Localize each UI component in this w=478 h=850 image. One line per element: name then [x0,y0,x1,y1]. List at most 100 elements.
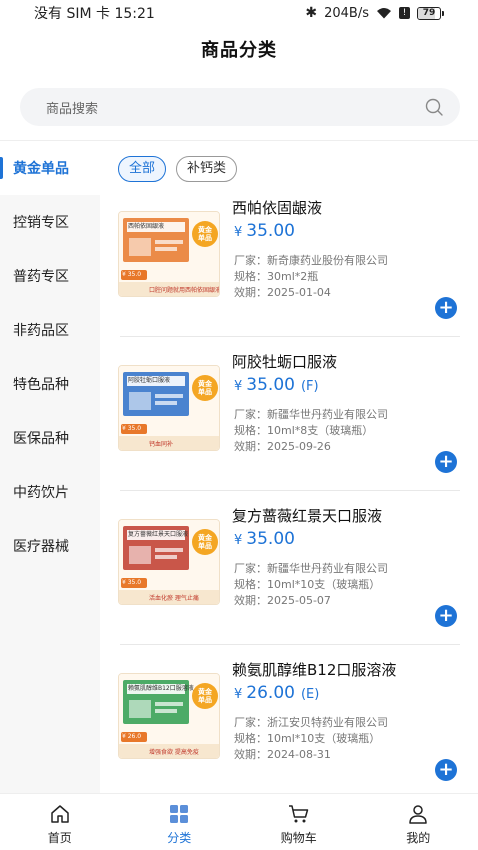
add-to-cart-button[interactable]: + [435,297,457,319]
sidebar-item[interactable]: 控销专区 [0,195,100,249]
thumb-title: 西帕依固龈液 [128,223,165,230]
nav-item[interactable]: 购物车 [239,794,359,850]
price-tag: (E) [300,687,320,702]
product-name[interactable]: 西帕依固龈液 [232,197,322,218]
filter-chips: 全部 补钙类 [118,156,238,182]
product-price: ¥26.00 (E) [234,683,319,703]
sidebar-item-label: 非药品区 [13,323,69,339]
product-divider [120,490,460,491]
nav-label: 我的 [406,831,431,845]
currency-symbol: ¥ [234,225,243,240]
thumb-title: 阿胶牡蛎口服液 [128,377,171,384]
product-expiry: 效期：2025-05-07 [234,594,331,607]
add-to-cart-button[interactable]: + [435,605,457,627]
sidebar-item[interactable]: 特色品种 [0,357,100,411]
product-expiry: 效期：2024-08-31 [234,748,331,761]
price-tag: (F) [300,379,319,394]
price-value: 35.00 [246,221,295,241]
cart-icon [288,805,308,823]
battery-level: 79 [422,7,436,18]
product-price: ¥35.00 [234,529,301,549]
product-price: ¥35.00 [234,221,301,241]
thumb-price: ¥ 35.0 [122,579,142,586]
carrier-time: 没有 SIM 卡 15:21 [34,6,155,22]
sidebar-item[interactable]: 医疗器械 [0,519,100,573]
product-name[interactable]: 复方蔷薇红景天口服液 [232,505,382,526]
thumb-price: ¥ 35.0 [122,271,142,278]
product-spec: 规格：30ml*2瓶 [234,270,319,283]
thumb-badge: 黄金单品 [198,534,212,550]
product-card[interactable]: 阿胶牡蛎口服液 黄金单品 ¥ 35.0 钙血同补 阿胶牡蛎口服液 ¥35.00 (… [100,351,478,505]
page-title: 商品分类 [201,40,277,61]
home-icon [51,805,69,823]
product-maker: 厂家：新奇康药业股份有限公司 [234,254,388,267]
product-image[interactable]: 赖氨肌醇维B12口服溶液 黄金单品 ¥ 26.0 增强食欲 提高免疫 [118,673,220,759]
product-image[interactable]: 阿胶牡蛎口服液 黄金单品 ¥ 35.0 钙血同补 [118,365,220,451]
currency-symbol: ¥ [234,687,243,702]
thumb-badge: 黄金单品 [198,226,212,242]
product-card[interactable]: 西帕依固龈液 黄金单品 ¥ 35.0 口腔问题就用西帕依固龈液 西帕依固龈液 ¥… [100,197,478,351]
thumb-title: 复方蔷薇红景天口服液 [128,531,189,538]
nav-label: 首页 [47,831,72,845]
product-card[interactable]: 复方蔷薇红景天口服液 黄金单品 ¥ 35.0 活血化瘀 理气止痛 复方蔷薇红景天… [100,505,478,659]
price-value: 35.00 [246,375,295,395]
sidebar-item-label: 控销专区 [13,215,69,231]
bluetooth-icon: ✱ [305,5,318,21]
product-expiry: 效期：2025-09-26 [234,440,331,453]
wifi-icon [376,7,392,19]
thumb-price: ¥ 26.0 [122,733,142,740]
thumb-title: 赖氨肌醇维B12口服溶液 [128,685,194,692]
product-maker: 厂家：新疆华世丹药业有限公司 [234,408,388,421]
product-name[interactable]: 赖氨肌醇维B12口服溶液 [232,659,396,680]
sidebar-item-label: 中药饮片 [13,485,69,501]
product-maker: 厂家：浙江安贝特药业有限公司 [234,716,388,729]
search-input[interactable]: 商品搜索 [20,88,460,126]
add-to-cart-button[interactable]: + [435,451,457,473]
product-spec: 规格：10ml*8支（玻璃瓶） [234,424,374,437]
sidebar-item-label: 医疗器械 [13,539,69,555]
product-image[interactable]: 西帕依固龈液 黄金单品 ¥ 35.0 口腔问题就用西帕依固龈液 [118,211,220,297]
profile-icon [409,805,427,824]
thumb-badge: 黄金单品 [198,688,212,704]
sidebar-item[interactable]: 黄金单品 [0,141,100,195]
sidebar-item[interactable]: 非药品区 [0,303,100,357]
nav-item[interactable]: 首页 [0,794,120,850]
currency-symbol: ¥ [234,379,243,394]
bottom-nav: 首页 分类 购物车 我的 [0,793,478,850]
nav-label: 分类 [167,831,192,845]
status-icons: ✱ 204B/s ! 79 [305,5,444,21]
product-card[interactable]: 赖氨肌醇维B12口服溶液 黄金单品 ¥ 26.0 增强食欲 提高免疫 赖氨肌醇维… [100,659,478,813]
sidebar-item[interactable]: 普药专区 [0,249,100,303]
product-expiry: 效期：2025-01-04 [234,286,331,299]
sidebar-item[interactable]: 医保品种 [0,411,100,465]
currency-symbol: ¥ [234,533,243,548]
product-image[interactable]: 复方蔷薇红景天口服液 黄金单品 ¥ 35.0 活血化瘀 理气止痛 [118,519,220,605]
thumb-strip: 钙血同补 [149,441,174,448]
thumb-strip: 增强食欲 提高免疫 [149,749,199,756]
price-value: 26.00 [246,683,295,703]
product-price: ¥35.00 (F) [234,375,319,395]
sidebar-item[interactable]: 中药饮片 [0,465,100,519]
thumb-badge: 黄金单品 [198,380,212,396]
sidebar-item-label: 普药专区 [13,269,69,285]
product-maker: 厂家：新疆华世丹药业有限公司 [234,562,388,575]
filter-chip[interactable]: 全部 [118,156,167,182]
nav-item[interactable]: 分类 [120,794,240,850]
product-name[interactable]: 阿胶牡蛎口服液 [232,351,337,372]
product-divider [120,644,460,645]
add-to-cart-button[interactable]: + [435,759,457,781]
price-value: 35.00 [246,529,295,549]
category-icon [170,805,189,823]
sidebar-item-label: 医保品种 [13,431,69,447]
sidebar-item-label: 特色品种 [13,377,69,393]
search-icon[interactable] [424,97,444,117]
filter-chip[interactable]: 补钙类 [176,156,238,182]
thumb-price: ¥ 35.0 [122,425,142,432]
category-sidebar: 黄金单品控销专区普药专区非药品区特色品种医保品种中药饮片医疗器械 [0,141,100,793]
nav-item[interactable]: 我的 [359,794,478,850]
thumb-strip: 活血化瘀 理气止痛 [149,595,199,602]
alarm-icon: ! [399,7,410,19]
nav-label: 购物车 [280,831,317,845]
product-divider [120,336,460,337]
product-spec: 规格：10ml*10支（玻璃瓶） [234,578,381,591]
